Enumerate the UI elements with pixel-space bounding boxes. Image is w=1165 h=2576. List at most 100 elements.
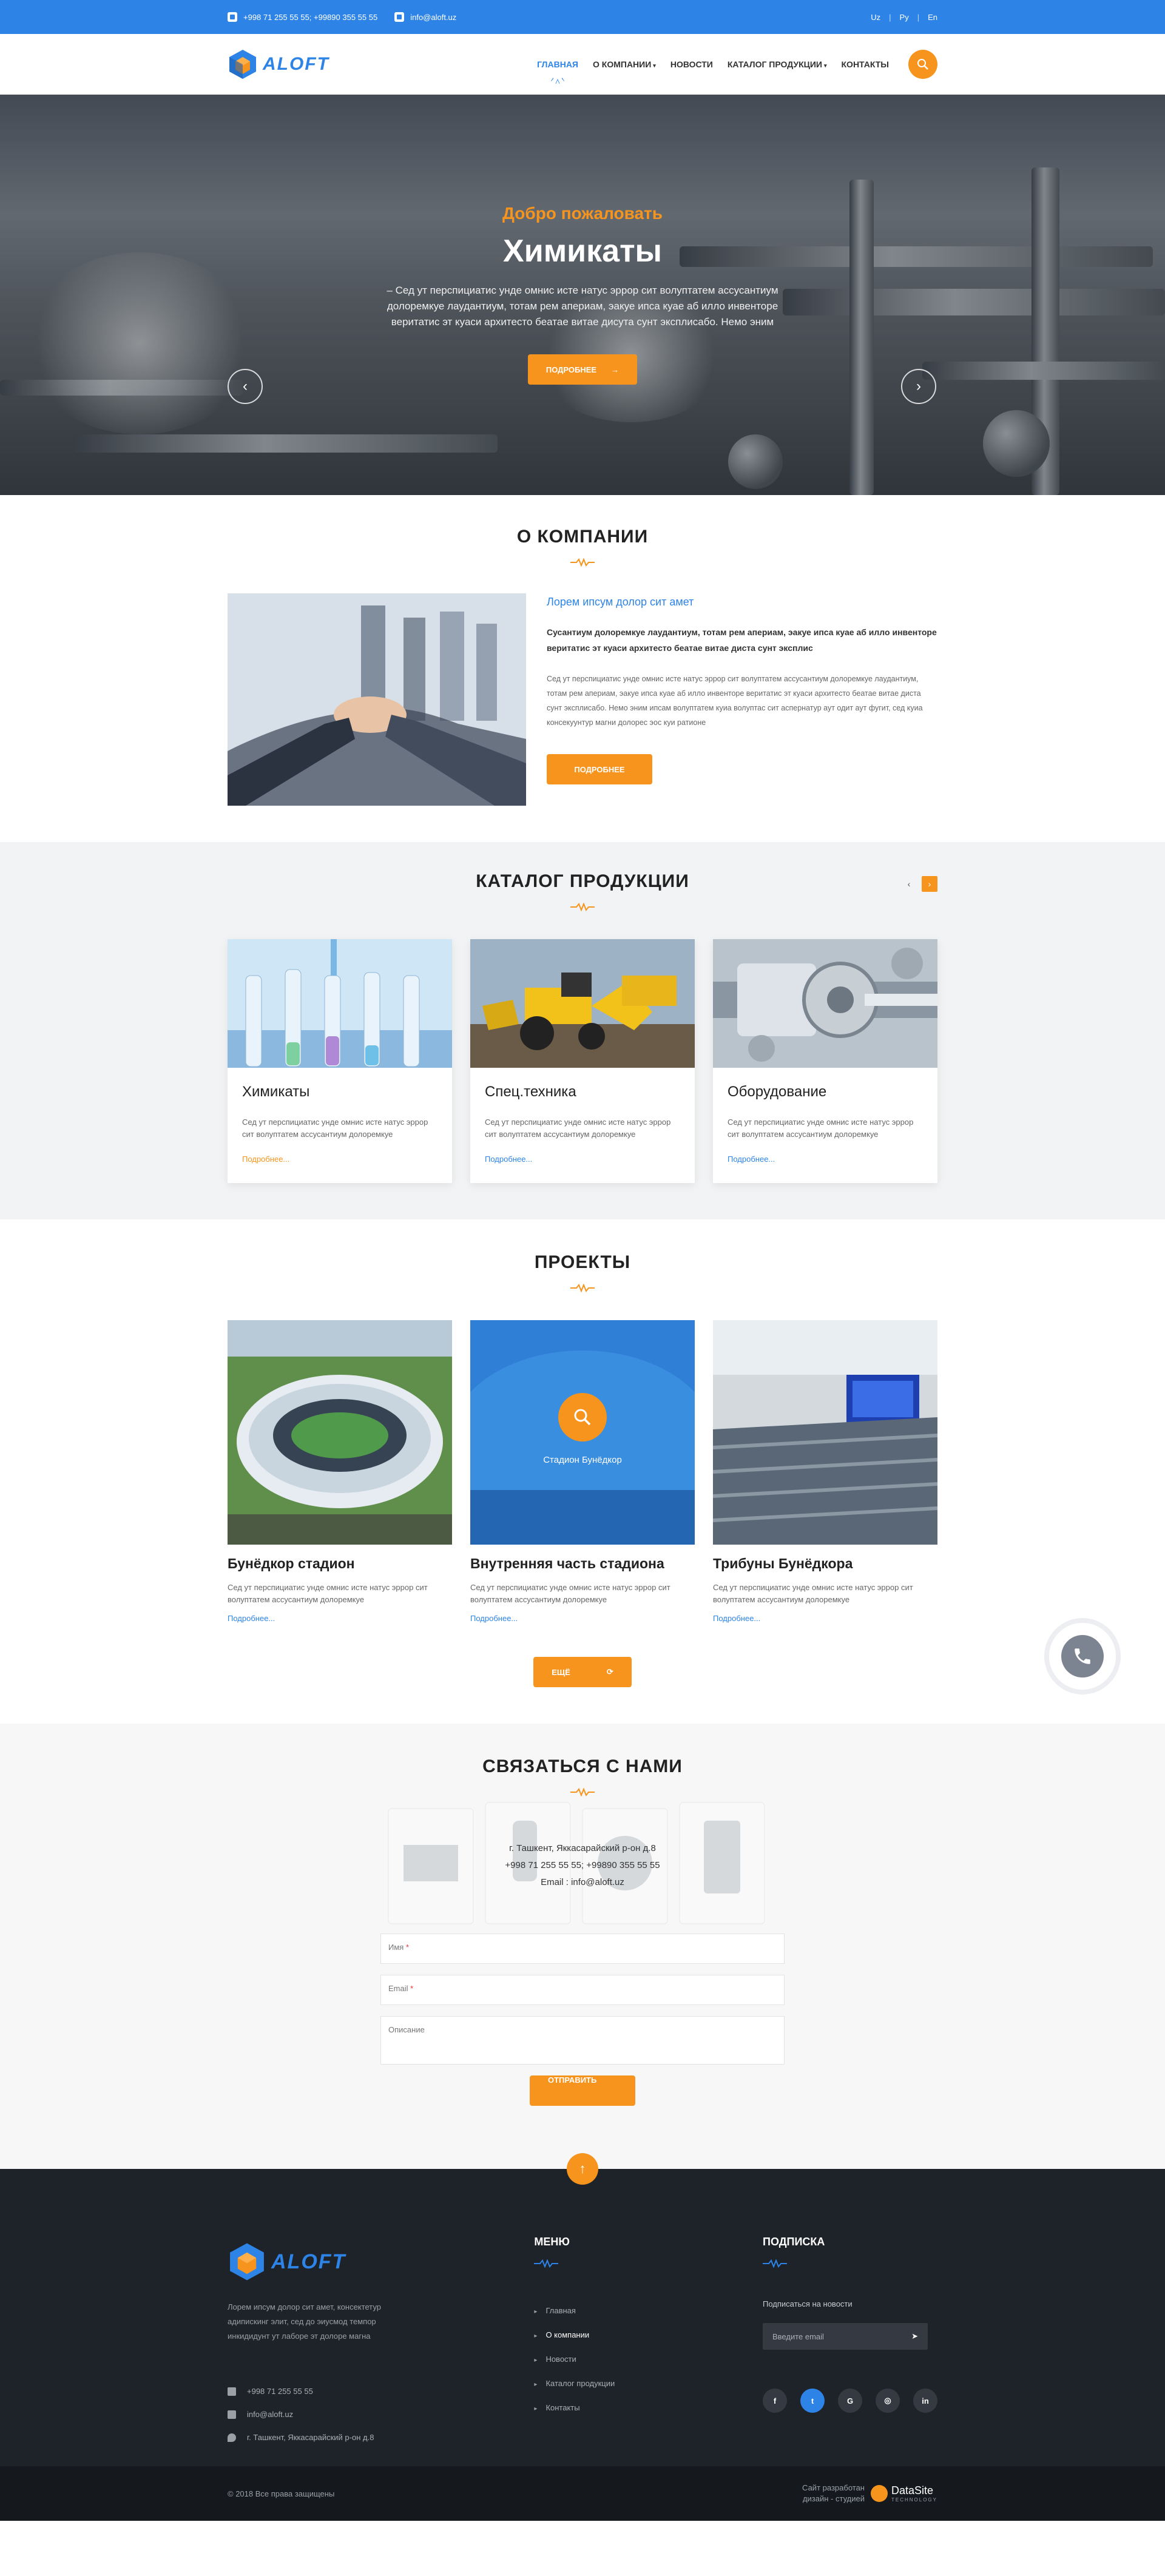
footer-menu-item[interactable]: Новости [534, 2348, 763, 2372]
location-icon [228, 2433, 236, 2442]
search-icon [917, 59, 928, 70]
catalog-card[interactable]: Оборудование Сед ут перспициатис унде ом… [713, 939, 937, 1183]
footer-subscribe-title: Подписка [763, 2236, 825, 2248]
nav-news[interactable]: Новости [670, 53, 713, 75]
topbar-phones: +998 71 255 55 55; +99890 355 55 55 [228, 12, 377, 22]
catalog-prev-button[interactable]: ‹ [901, 876, 917, 892]
card-more-link[interactable]: Подробнее... [242, 1155, 289, 1164]
equipment-image [713, 939, 937, 1068]
about-more-button[interactable]: Подробнее [547, 754, 652, 784]
chevron-down-icon: ▾ [823, 62, 827, 69]
project-item[interactable]: Бунёдкор стадион Сед ут перспициатис унд… [228, 1320, 452, 1624]
language-switcher: Uz | Ру | En [871, 13, 937, 22]
catalog-next-button[interactable]: › [922, 876, 937, 892]
footer: ↑ ALOFT Лорем ипсум долор сит амет, конс… [0, 2153, 1165, 2521]
about-handshake-image [228, 593, 526, 806]
hero-title: Химикаты [503, 234, 662, 269]
section-title: Проекты [534, 1252, 631, 1272]
nav-catalog[interactable]: Каталог продукции ▾ [728, 53, 827, 75]
project-text: Сед ут перспициатис унде омнис исте нату… [470, 1583, 670, 1604]
chevron-down-icon: ▾ [653, 62, 656, 69]
logo-text: ALOFT [263, 54, 329, 74]
section-title: О компании [516, 527, 649, 547]
footer-menu: Главная О компании Новости Каталог проду… [534, 2299, 763, 2421]
zoom-button[interactable] [558, 1393, 607, 1441]
logo-cube-icon [230, 2243, 264, 2281]
hero-more-button[interactable]: Подробнее → [527, 354, 638, 385]
project-item[interactable]: Стадион Бунёдкор Внутренняя часть стадио… [470, 1320, 695, 1624]
lang-en[interactable]: En [928, 13, 937, 22]
wave-divider-icon [570, 1284, 595, 1292]
logo-cube-icon [229, 50, 256, 79]
scroll-top-button[interactable]: ↑ [567, 2153, 598, 2185]
wave-divider-icon [534, 2259, 559, 2268]
section-title: Каталог продукции [476, 871, 689, 891]
about-text: Сед ут перспициатис унде омнис исте нату… [547, 675, 923, 727]
send-icon[interactable]: ➤ [911, 2332, 918, 2341]
projects-section: Проекты Бунёдкор стадион Сед ут перс [0, 1219, 1165, 1724]
send-button[interactable]: Отправить [530, 2075, 635, 2106]
nav-contacts[interactable]: Контакты [842, 53, 889, 75]
catalog-section: Каталог продукции ‹ › [0, 842, 1165, 1219]
mail-icon [394, 12, 405, 22]
copyright-text: © 2018 Все права защищены [228, 2489, 335, 2498]
contact-phones: +998 71 255 55 55; +99890 355 55 55 [505, 1860, 660, 1870]
section-title: Связаться с нами [482, 1756, 683, 1776]
nav-home[interactable]: Главная [537, 53, 578, 75]
footer-menu-item[interactable]: Контакты [534, 2396, 763, 2421]
email-field[interactable]: Email * [380, 1975, 785, 2005]
lang-uz[interactable]: Uz [871, 13, 880, 22]
footer-email[interactable]: info@aloft.uz [228, 2403, 534, 2426]
project-more-link[interactable]: Подробнее... [470, 1614, 518, 1623]
callback-button[interactable] [1049, 1623, 1116, 1690]
search-button[interactable] [908, 50, 937, 79]
footer-phone: +998 71 255 55 55 [228, 2380, 534, 2403]
developer-credit[interactable]: Сайт разработан дизайн - студией DataSite… [802, 2483, 937, 2504]
main-navbar: ALOFT Главная О компании ▾ Новости Катало… [0, 34, 1165, 95]
name-field[interactable]: Имя * [380, 1934, 785, 1964]
dribbble-icon[interactable]: ◎ [876, 2389, 900, 2413]
subscribe-label: Подписаться на новости [763, 2299, 853, 2308]
lang-divider: | [917, 12, 920, 22]
card-more-link[interactable]: Подробнее... [728, 1155, 775, 1164]
catalog-card[interactable]: Спец.техника Сед ут перспициатис унде ом… [470, 939, 695, 1183]
linkedin-icon[interactable]: in [913, 2389, 937, 2413]
project-title: Бунёдкор стадион [228, 1556, 355, 1571]
lang-ru[interactable]: Ру [900, 13, 909, 22]
footer-logo[interactable]: ALOFT [228, 2242, 534, 2282]
project-more-link[interactable]: Подробнее... [228, 1614, 275, 1623]
twitter-icon[interactable]: t [800, 2389, 825, 2413]
card-more-link[interactable]: Подробнее... [485, 1155, 532, 1164]
card-title: Спец.техника [485, 1084, 576, 1100]
main-menu: Главная О компании ▾ Новости Каталог прод… [537, 53, 889, 75]
project-text: Сед ут перспициатис унде омнис исте нату… [713, 1583, 913, 1604]
catalog-card[interactable]: Химикаты Сед ут перспициатис унде омнис … [228, 939, 452, 1183]
wave-divider-icon [570, 1788, 595, 1796]
phone-icon [228, 12, 237, 22]
footer-menu-item[interactable]: Главная [534, 2299, 763, 2324]
google-plus-icon[interactable]: G [838, 2389, 862, 2413]
copyright-bar: © 2018 Все права защищены Сайт разработа… [0, 2466, 1165, 2521]
description-field[interactable]: Описание [380, 2016, 785, 2065]
project-text: Сед ут перспициатис унде омнис исте нату… [228, 1583, 428, 1604]
datasite-logo: DataSite TECHNOLOGY [870, 2484, 937, 2503]
load-more-button[interactable]: Ещё ⟳ [533, 1657, 632, 1687]
chemicals-image [228, 939, 452, 1068]
mail-icon [228, 2410, 236, 2419]
footer-menu-title: Меню [534, 2236, 570, 2248]
topbar-email[interactable]: info@aloft.uz [394, 12, 456, 22]
project-more-link[interactable]: Подробнее... [713, 1614, 760, 1623]
nav-about[interactable]: О компании ▾ [593, 53, 656, 75]
about-heading: Лорем ипсум долор сит амет [547, 596, 694, 608]
site-logo[interactable]: ALOFT [228, 49, 329, 80]
lang-divider: | [889, 12, 891, 22]
subscribe-email-input[interactable]: Введите email ➤ [763, 2323, 928, 2350]
card-title: Химикаты [242, 1084, 310, 1100]
facebook-icon[interactable]: f [763, 2389, 787, 2413]
contact-email[interactable]: Email : info@aloft.uz [228, 1874, 937, 1891]
contact-section: Связаться с нами г. Ташкент, Яккасарайск… [0, 1724, 1165, 2169]
footer-menu-item[interactable]: Каталог продукции [534, 2372, 763, 2396]
project-item[interactable]: Трибуны Бунёдкора Сед ут перспициатис ун… [713, 1320, 937, 1624]
footer-menu-item[interactable]: О компании [534, 2324, 763, 2348]
hero-subtitle: Добро пожаловать [502, 204, 663, 223]
